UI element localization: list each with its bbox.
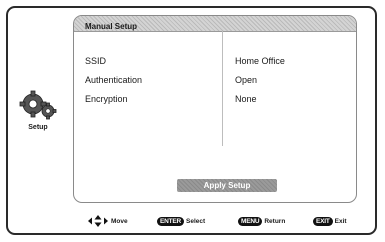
exit-key-icon: EXIT	[313, 216, 333, 226]
apply-setup-button[interactable]: Apply Setup	[177, 179, 277, 192]
setup-sidebar: Setup	[14, 88, 62, 131]
enter-key-icon: ENTER	[157, 216, 185, 226]
setting-value: None	[235, 94, 257, 104]
setting-row-authentication[interactable]: Authentication Open	[74, 75, 356, 94]
return-label: Return	[264, 217, 286, 225]
setting-label: Authentication	[85, 75, 143, 85]
panel-header: Manual Setup	[74, 16, 356, 32]
setting-label: SSID	[85, 56, 107, 66]
exit-hint: EXIT Exit	[313, 213, 347, 229]
panel-title: Manual Setup	[85, 22, 138, 31]
move-hint: Move	[88, 213, 128, 229]
direction-arrows-icon	[88, 215, 108, 227]
setting-row-ssid[interactable]: SSID Home Office	[74, 56, 356, 75]
menu-key-icon: MENU	[238, 216, 263, 226]
setting-value: Open	[235, 75, 258, 85]
remote-hint-bar: Move ENTER Select MENU Return EXIT Exit	[0, 213, 385, 229]
setting-row-encryption[interactable]: Encryption None	[74, 94, 356, 113]
settings-list: SSID Home Office Authentication Open Enc…	[74, 56, 356, 113]
select-label: Select	[186, 217, 206, 225]
setting-value: Home Office	[235, 56, 285, 66]
select-hint: ENTER Select	[157, 213, 205, 229]
return-hint: MENU Return	[238, 213, 285, 229]
manual-setup-panel: Manual Setup SSID Home Office Authentica…	[73, 15, 357, 203]
exit-label: Exit	[334, 217, 347, 225]
setting-label: Encryption	[85, 94, 128, 104]
move-label: Move	[111, 217, 128, 225]
gears-icon	[19, 90, 57, 120]
setup-label: Setup	[28, 124, 48, 131]
